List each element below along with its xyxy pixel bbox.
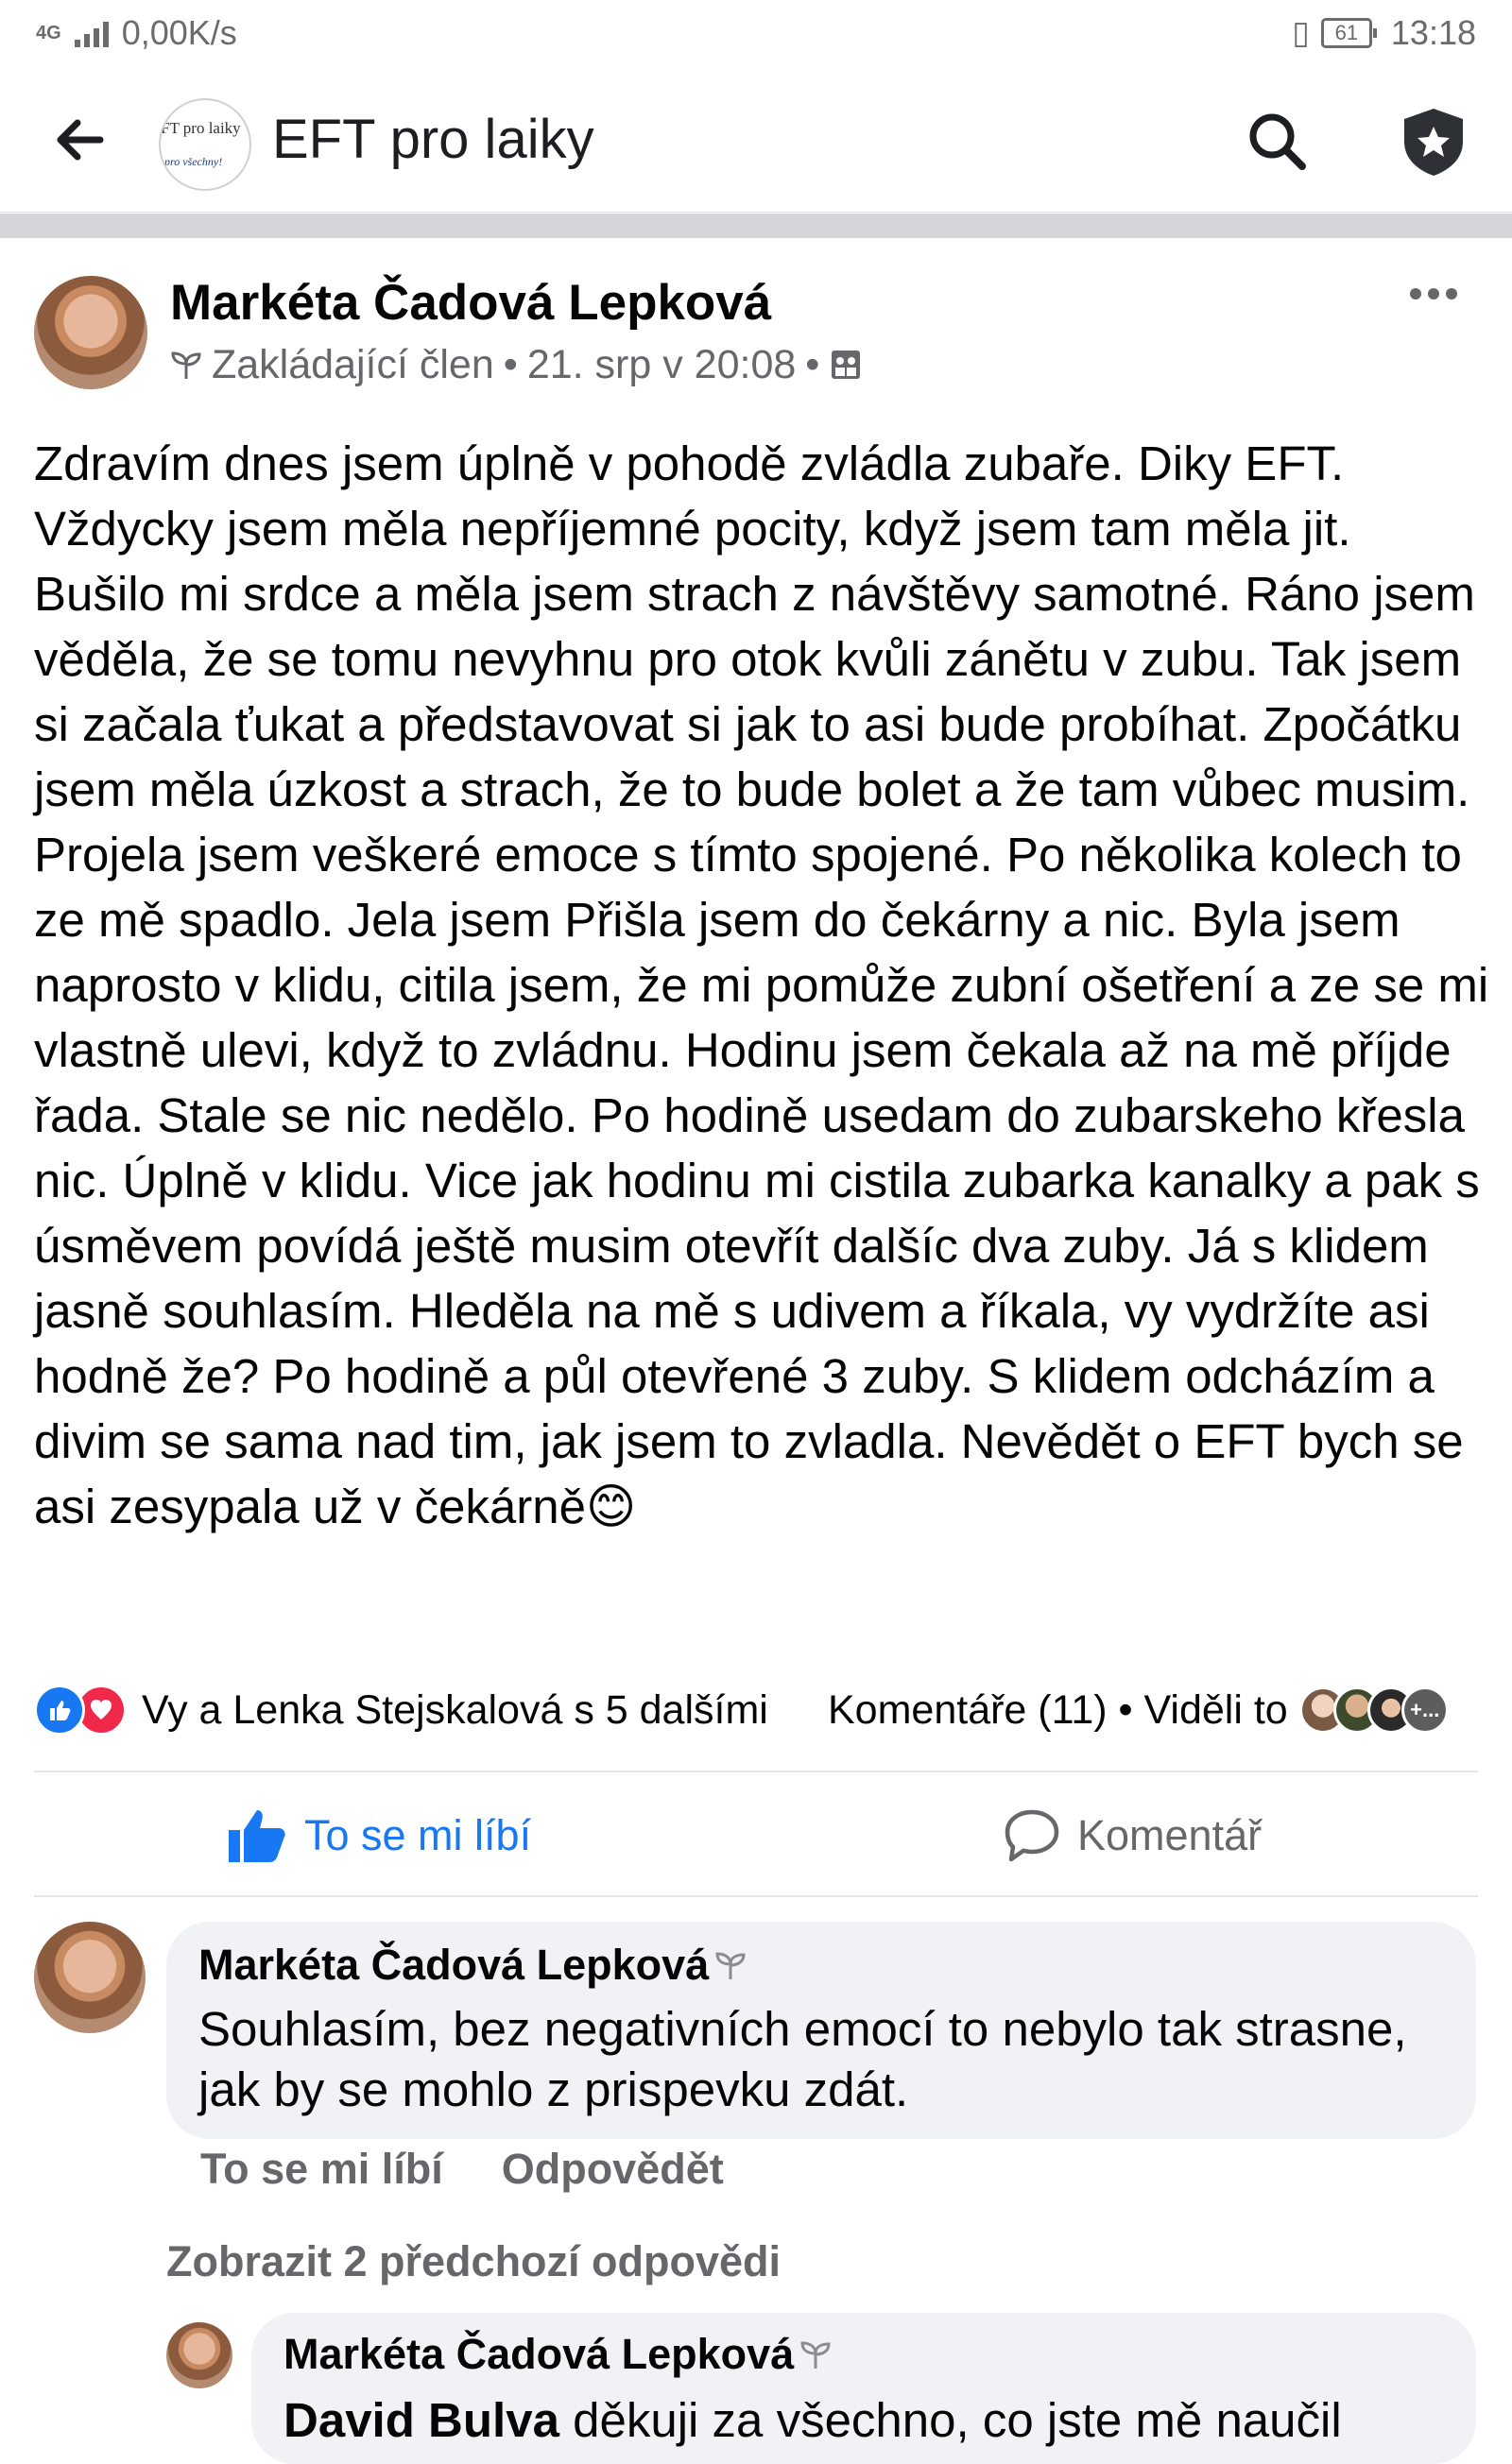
- like-icon: [229, 1810, 285, 1862]
- clock: 13:18: [1390, 13, 1476, 52]
- comment-text: Souhlasím, bez negativních emocí to neby…: [198, 2002, 1407, 2116]
- reply-author[interactable]: Markéta Čadová Lepková: [284, 2330, 832, 2379]
- battery-icon: 61: [1320, 18, 1377, 48]
- more-options-icon[interactable]: [1410, 280, 1467, 308]
- post-author-name[interactable]: Markéta Čadová Lepková: [170, 272, 771, 334]
- comments-seen-text[interactable]: Komentáře (11) • Viděli to: [828, 1687, 1288, 1734]
- privacy-group-icon: [832, 351, 861, 379]
- comment-bubble: Markéta Čadová Lepková Souhlasím, bez ne…: [166, 1922, 1476, 2139]
- comment-author[interactable]: Markéta Čadová Lepková: [198, 1941, 747, 1990]
- comment-author-name[interactable]: Markéta Čadová Lepková: [198, 1941, 709, 1990]
- comments-seen-summary[interactable]: Komentáře (11) • Viděli to +...: [828, 1682, 1449, 1738]
- comment-reply-link[interactable]: Odpovědět: [502, 2145, 724, 2194]
- group-title[interactable]: EFT pro laiky: [272, 106, 594, 174]
- divider: [34, 1895, 1478, 1897]
- back-arrow-icon[interactable]: [51, 111, 108, 168]
- post-body: Zdravím dnes jsem úplně v pohodě zvládla…: [34, 431, 1489, 1539]
- comment-like-link[interactable]: To se mi líbí: [200, 2145, 443, 2194]
- battery-level: 61: [1334, 21, 1359, 44]
- group-header: FT pro laiky pro všechny! EFT pro laiky: [0, 68, 1512, 213]
- founding-member-icon: [800, 2341, 831, 2369]
- post-date[interactable]: 21. srp v 20:08: [527, 336, 796, 393]
- vibrate-icon: ▯: [1292, 15, 1310, 51]
- post-text: Zdravím dnes jsem úplně v pohodě zvládla…: [34, 436, 1503, 1533]
- reply-author-name[interactable]: Markéta Čadová Lepková: [284, 2330, 794, 2379]
- seen-by-avatars[interactable]: +...: [1298, 1686, 1449, 1734]
- network-speed: 0,00K/s: [121, 13, 237, 52]
- network-label: 4G: [36, 22, 61, 43]
- comment-button-label: Komentář: [1077, 1811, 1263, 1859]
- reactions-summary[interactable]: Vy a Lenka Stejskalová s 5 dalšími: [34, 1682, 768, 1738]
- status-right: ▯ 61 13:18: [1292, 13, 1476, 53]
- divider: [34, 1771, 1478, 1772]
- meta-dot: •: [805, 342, 820, 387]
- meta-dot: •: [503, 342, 518, 387]
- status-left: 4G 0,00K/s: [36, 13, 237, 53]
- section-divider: [0, 214, 1512, 238]
- reactions-text[interactable]: Vy a Lenka Stejskalová s 5 dalšími: [142, 1687, 768, 1734]
- post-author-avatar[interactable]: [34, 276, 147, 389]
- member-badge[interactable]: Zakládající člen: [212, 336, 494, 393]
- shield-star-icon[interactable]: [1400, 106, 1467, 178]
- like-button-label: To se mi líbí: [304, 1811, 532, 1859]
- reply-body: děkuji za všechno, co jste mě naučil: [573, 2393, 1342, 2447]
- founding-member-icon: [715, 1952, 746, 1979]
- reply-bubble: Markéta Čadová Lepková David Bulva děkuj…: [251, 2313, 1476, 2464]
- post-meta: Zakládající člen • 21. srp v 20:08 •: [170, 336, 863, 393]
- comment-author-avatar[interactable]: [34, 1922, 146, 2033]
- comment-actions: To se mi líbí Odpovědět: [200, 2145, 724, 2194]
- signal-icon: [74, 19, 109, 47]
- reply-text: David Bulva děkuji za všechno, co jste m…: [284, 2390, 1455, 2451]
- show-previous-replies[interactable]: Zobrazit 2 předchozí odpovědi: [166, 2237, 781, 2286]
- group-logo-subtext: pro všechny!: [164, 155, 223, 168]
- status-bar: 4G 0,00K/s ▯ 61 13:18: [0, 0, 1512, 68]
- seen-more-badge: +...: [1400, 1686, 1449, 1734]
- comment-button[interactable]: Komentář: [1004, 1803, 1262, 1869]
- comment-icon: [1005, 1809, 1059, 1862]
- search-icon[interactable]: [1246, 110, 1308, 172]
- group-logo[interactable]: FT pro laiky pro všechny!: [159, 98, 251, 191]
- founding-member-icon: [171, 351, 201, 379]
- reply-mention[interactable]: David Bulva: [284, 2393, 559, 2447]
- group-logo-text: FT pro laiky: [161, 119, 241, 137]
- reply-author-avatar[interactable]: [166, 2322, 232, 2388]
- like-reaction-icon: [34, 1685, 85, 1736]
- like-button[interactable]: To se mi líbí: [227, 1803, 531, 1869]
